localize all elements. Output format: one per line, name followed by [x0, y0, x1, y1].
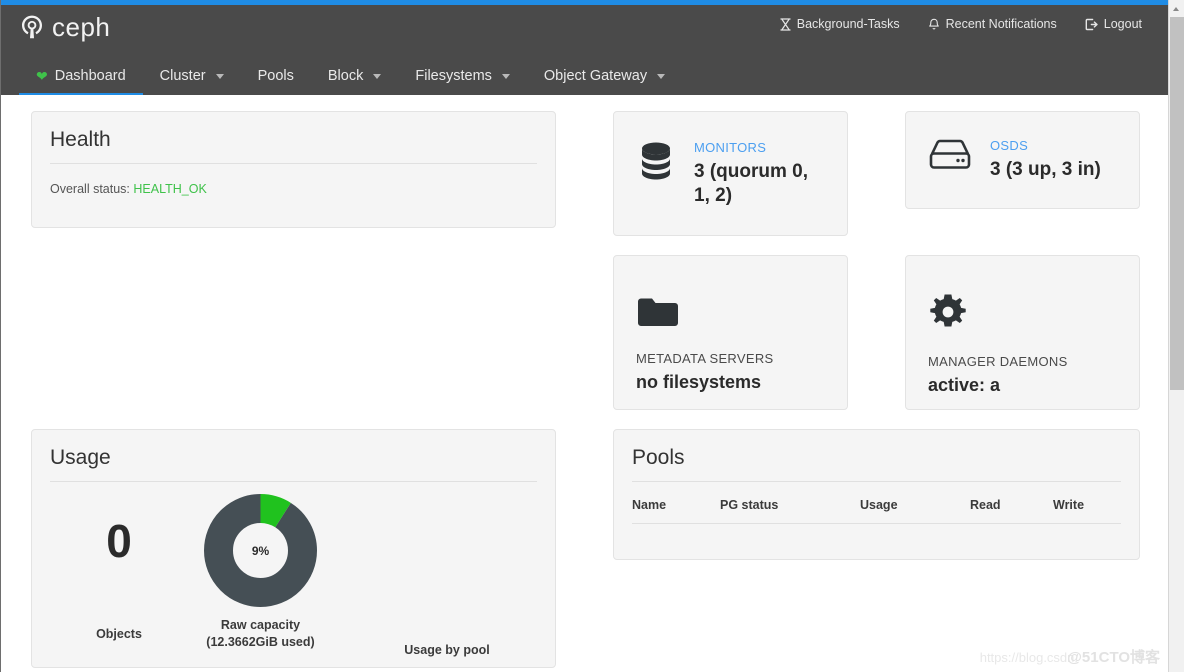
chevron-down-icon — [501, 73, 510, 79]
hourglass-icon — [780, 17, 791, 31]
hard-drive-icon — [928, 138, 972, 172]
background-tasks-button[interactable]: Background-Tasks — [780, 17, 900, 31]
raw-capacity-detail: (12.3662GiB used) — [206, 634, 315, 649]
nav-item-pools[interactable]: Pools — [241, 57, 311, 95]
nav-label-object-gateway: Object Gateway — [543, 68, 648, 84]
header-actions: Background-Tasks Recent Notifications Lo… — [780, 17, 1142, 31]
status-badge: HEALTH_OK — [133, 182, 207, 196]
monitors-card[interactable]: MONITORS 3 (quorum 0, 1, 2) — [613, 111, 848, 236]
chevron-down-icon — [215, 73, 224, 79]
objects-count: 0 — [106, 515, 132, 567]
logout-button[interactable]: Logout — [1085, 17, 1142, 31]
nav-label-cluster: Cluster — [159, 68, 206, 84]
column-header-name[interactable]: Name — [632, 492, 720, 524]
heart-icon: ❤ — [36, 68, 48, 84]
column-header-pg-status[interactable]: PG status — [720, 492, 860, 524]
pools-table-header-row: Name PG status Usage Read Write — [632, 492, 1121, 524]
nav-item-object-gateway[interactable]: Object Gateway — [527, 57, 682, 95]
pools-title: Pools — [632, 446, 685, 469]
osds-value: 3 (3 up, 3 in) — [990, 159, 1101, 181]
app-header: ceph Background-Tasks Recent Notificatio… — [1, 5, 1168, 57]
logout-icon — [1085, 18, 1098, 31]
gear-icon — [928, 292, 968, 332]
pools-panel: Pools Name PG status Usage Read Write — [613, 429, 1140, 560]
donut-center-label: 9% — [251, 543, 270, 558]
nav-label-filesystems: Filesystems — [415, 68, 492, 84]
recent-notifications-label: Recent Notifications — [945, 17, 1057, 31]
usage-body: 0 Objects 9% Raw capacity (12.3662GiB us… — [32, 482, 555, 667]
scroll-up-arrow-icon[interactable] — [1169, 0, 1184, 17]
osds-card[interactable]: OSDS 3 (3 up, 3 in) — [905, 111, 1140, 209]
watermark-site: @51CTO博客 — [1067, 649, 1160, 666]
donut-chart[interactable]: 9% — [204, 494, 317, 607]
usage-by-pool-chart[interactable]: Usage by pool — [362, 642, 532, 659]
metadata-servers-label: METADATA SERVERS — [636, 351, 774, 367]
dashboard-content: Health Overall status: HEALTH_OK MONITOR… — [1, 95, 1168, 672]
nav-item-dashboard[interactable]: ❤ Dashboard — [19, 57, 143, 97]
nav-label-pools: Pools — [257, 68, 294, 84]
scrollbar-thumb[interactable] — [1170, 17, 1184, 390]
column-header-read[interactable]: Read — [970, 492, 1053, 524]
nav-label-dashboard: Dashboard — [54, 68, 126, 84]
metadata-servers-card[interactable]: METADATA SERVERS no filesystems — [613, 255, 848, 410]
divider — [632, 481, 1121, 482]
folder-icon — [636, 295, 680, 329]
osds-link[interactable]: OSDS — [990, 138, 1101, 153]
database-stack-icon — [636, 140, 676, 182]
watermark-url: https://blog.csdn. — [979, 650, 1078, 665]
ceph-logo-icon — [20, 14, 44, 40]
column-header-write[interactable]: Write — [1053, 492, 1121, 524]
manager-daemons-label: MANAGER DAEMONS — [928, 354, 1068, 370]
pools-table: Name PG status Usage Read Write — [632, 492, 1121, 524]
main-navigation: ❤ Dashboard Cluster Pools Block Filesyst… — [1, 57, 1168, 97]
background-tasks-label: Background-Tasks — [796, 17, 900, 31]
brand[interactable]: ceph — [20, 14, 110, 40]
page-scrollbar[interactable] — [1168, 0, 1184, 672]
raw-capacity-caption: Raw capacity (12.3662GiB used) — [173, 617, 348, 651]
bell-icon — [928, 18, 940, 31]
raw-capacity-chart[interactable]: 9% Raw capacity (12.3662GiB used) — [173, 494, 348, 651]
nav-label-block: Block — [327, 68, 364, 84]
monitors-link[interactable]: MONITORS — [694, 140, 825, 155]
usage-by-pool-caption: Usage by pool — [404, 643, 490, 657]
column-header-usage[interactable]: Usage — [860, 492, 970, 524]
chevron-down-icon — [657, 73, 666, 79]
manager-daemons-card[interactable]: MANAGER DAEMONS active: a — [905, 255, 1140, 410]
objects-caption: Objects — [96, 627, 142, 641]
metadata-servers-value: no filesystems — [636, 372, 762, 393]
brand-name: ceph — [52, 12, 111, 42]
manager-daemons-value: active: a — [928, 375, 1001, 396]
health-status-label: Overall status: — [50, 182, 130, 196]
scrollbar-track[interactable] — [1170, 390, 1184, 672]
health-panel: Health Overall status: HEALTH_OK — [31, 111, 556, 228]
monitors-value: 3 (quorum 0, 1, 2) — [694, 160, 809, 206]
raw-capacity-title: Raw capacity — [220, 618, 301, 632]
nav-item-filesystems[interactable]: Filesystems — [398, 57, 527, 95]
recent-notifications-button[interactable]: Recent Notifications — [928, 17, 1057, 31]
health-status-row: Overall status: HEALTH_OK — [32, 164, 555, 196]
usage-panel: Usage 0 Objects 9% Raw capacity (12.3662… — [31, 429, 556, 668]
page-left-border — [0, 0, 1, 672]
nav-item-cluster[interactable]: Cluster — [143, 57, 241, 95]
health-title: Health — [50, 128, 111, 151]
chevron-down-icon — [373, 73, 382, 79]
ceph-dashboard-page: ceph Background-Tasks Recent Notificatio… — [0, 0, 1184, 672]
usage-title: Usage — [50, 446, 111, 469]
objects-stat: 0 Objects — [60, 518, 178, 643]
nav-item-block[interactable]: Block — [311, 57, 398, 95]
logout-label: Logout — [1103, 17, 1142, 31]
